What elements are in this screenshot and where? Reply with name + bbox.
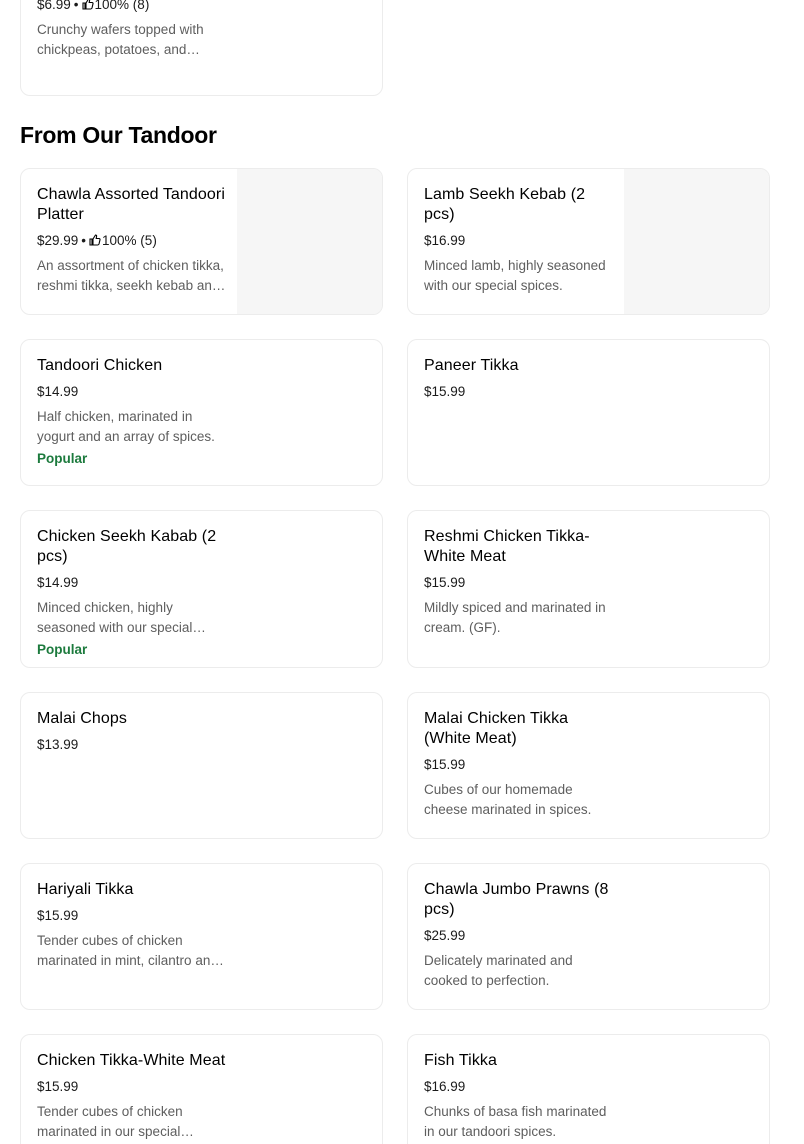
item-price: $15.99: [424, 384, 466, 399]
menu-item-card[interactable]: Fish Tikka $16.99 Chunks of basa fish ma…: [407, 1034, 770, 1144]
item-price: $6.99: [37, 0, 71, 12]
item-price-rating: $6.99 • 100% (8): [37, 0, 227, 13]
item-price: $14.99: [37, 575, 79, 590]
item-name: Reshmi Chicken Tikka- White Meat: [424, 528, 590, 565]
section-title: From Our Tandoor: [20, 122, 217, 148]
item-price: $15.99: [424, 575, 466, 590]
menu-item-card[interactable]: Tandoori Chicken $14.99 Half chicken, ma…: [20, 339, 383, 486]
popular-badge: Popular: [37, 451, 88, 466]
item-price: $13.99: [37, 737, 79, 752]
menu-item-card[interactable]: Paneer Tikka $15.99: [407, 339, 770, 486]
item-price: $16.99: [424, 1079, 466, 1094]
item-price-rating: $29.99 • 100% (5): [37, 233, 157, 248]
item-price: $14.99: [37, 384, 79, 399]
item-price: $15.99: [37, 1079, 79, 1094]
item-description: Cubes of our homemade cheese marinated i…: [424, 782, 592, 817]
menu-item-card[interactable]: Malai Chops $13.99: [20, 692, 383, 839]
item-description: Half chicken, marinated in yogurt and an…: [37, 409, 215, 444]
item-description: Tender cubes of chicken marinated in our…: [37, 1104, 183, 1139]
item-name: Chawla Assorted Tandoori Platter: [37, 186, 225, 223]
item-name: Fish Tikka: [424, 1052, 498, 1069]
item-name: Chicken Seekh Kabab (2 pcs): [37, 528, 217, 565]
item-rating: 100% (8): [94, 0, 150, 12]
menu-item-card[interactable]: Chicken Seekh Kabab (2 pcs) $14.99 Mince…: [20, 510, 383, 668]
item-description: Tender cubes of chicken marinated in min…: [37, 933, 218, 968]
item-name: Chicken Tikka-White Meat: [37, 1052, 226, 1069]
item-price: $15.99: [424, 757, 466, 772]
menu-item-card[interactable]: Chawla Assorted Tandoori Platter $29.99 •…: [20, 168, 383, 315]
item-name: Lamb Seekh Kebab (2 pcs): [424, 186, 586, 223]
item-name: Paneer Tikka: [424, 357, 519, 374]
menu-item-card[interactable]: Hariyali Tikka $15.99 Tender cubes of ch…: [20, 863, 383, 1010]
item-description: Crunchy wafers topped with chickpeas, po…: [37, 22, 204, 57]
item-image-placeholder: [624, 169, 769, 314]
item-price: $25.99: [424, 928, 466, 943]
popular-badge: Popular: [37, 642, 88, 657]
menu-item-card[interactable]: Chicken Tikka-White Meat $15.99 Tender c…: [20, 1034, 383, 1144]
item-description: Minced lamb, highly seasoned with our sp…: [424, 258, 606, 293]
item-price: $16.99: [424, 233, 466, 248]
item-description: Chunks of basa fish marinated in our tan…: [424, 1104, 607, 1139]
item-image-placeholder: [237, 169, 382, 314]
menu-item-card[interactable]: Lamb Seekh Kebab (2 pcs) $16.99 Minced l…: [407, 168, 770, 315]
item-name: Chawla Jumbo Prawns (8 pcs): [424, 881, 609, 918]
item-name: Malai Chops: [37, 710, 128, 727]
item-name: Malai Chicken Tikka (White Meat): [424, 710, 569, 747]
item-description: An assortment of chicken tikka, reshmi t…: [37, 258, 224, 293]
item-rating: 100% (5): [102, 233, 157, 248]
menu-item-card[interactable]: $6.99 • 100% (8) Crunchy wafers topped wit…: [20, 0, 383, 96]
item-name: Hariyali Tikka: [37, 881, 134, 898]
thumbs-up-icon: [89, 234, 101, 246]
menu-item-card[interactable]: Malai Chicken Tikka (White Meat) $15.99 …: [407, 692, 770, 839]
thumbs-up-icon: [81, 0, 94, 10]
item-description: Mildly spiced and marinated in cream. (G…: [424, 600, 606, 635]
menu-item-card[interactable]: Chawla Jumbo Prawns (8 pcs) $25.99 Delic…: [407, 863, 770, 1010]
item-name: Tandoori Chicken: [37, 357, 163, 374]
item-price: $15.99: [37, 908, 79, 923]
menu-item-card[interactable]: Reshmi Chicken Tikka- White Meat $15.99 …: [407, 510, 770, 668]
item-description: Delicately marinated and cooked to perfe…: [424, 953, 573, 988]
item-description: Minced chicken, highly seasoned with our…: [37, 600, 193, 635]
item-price: $29.99: [37, 233, 79, 248]
